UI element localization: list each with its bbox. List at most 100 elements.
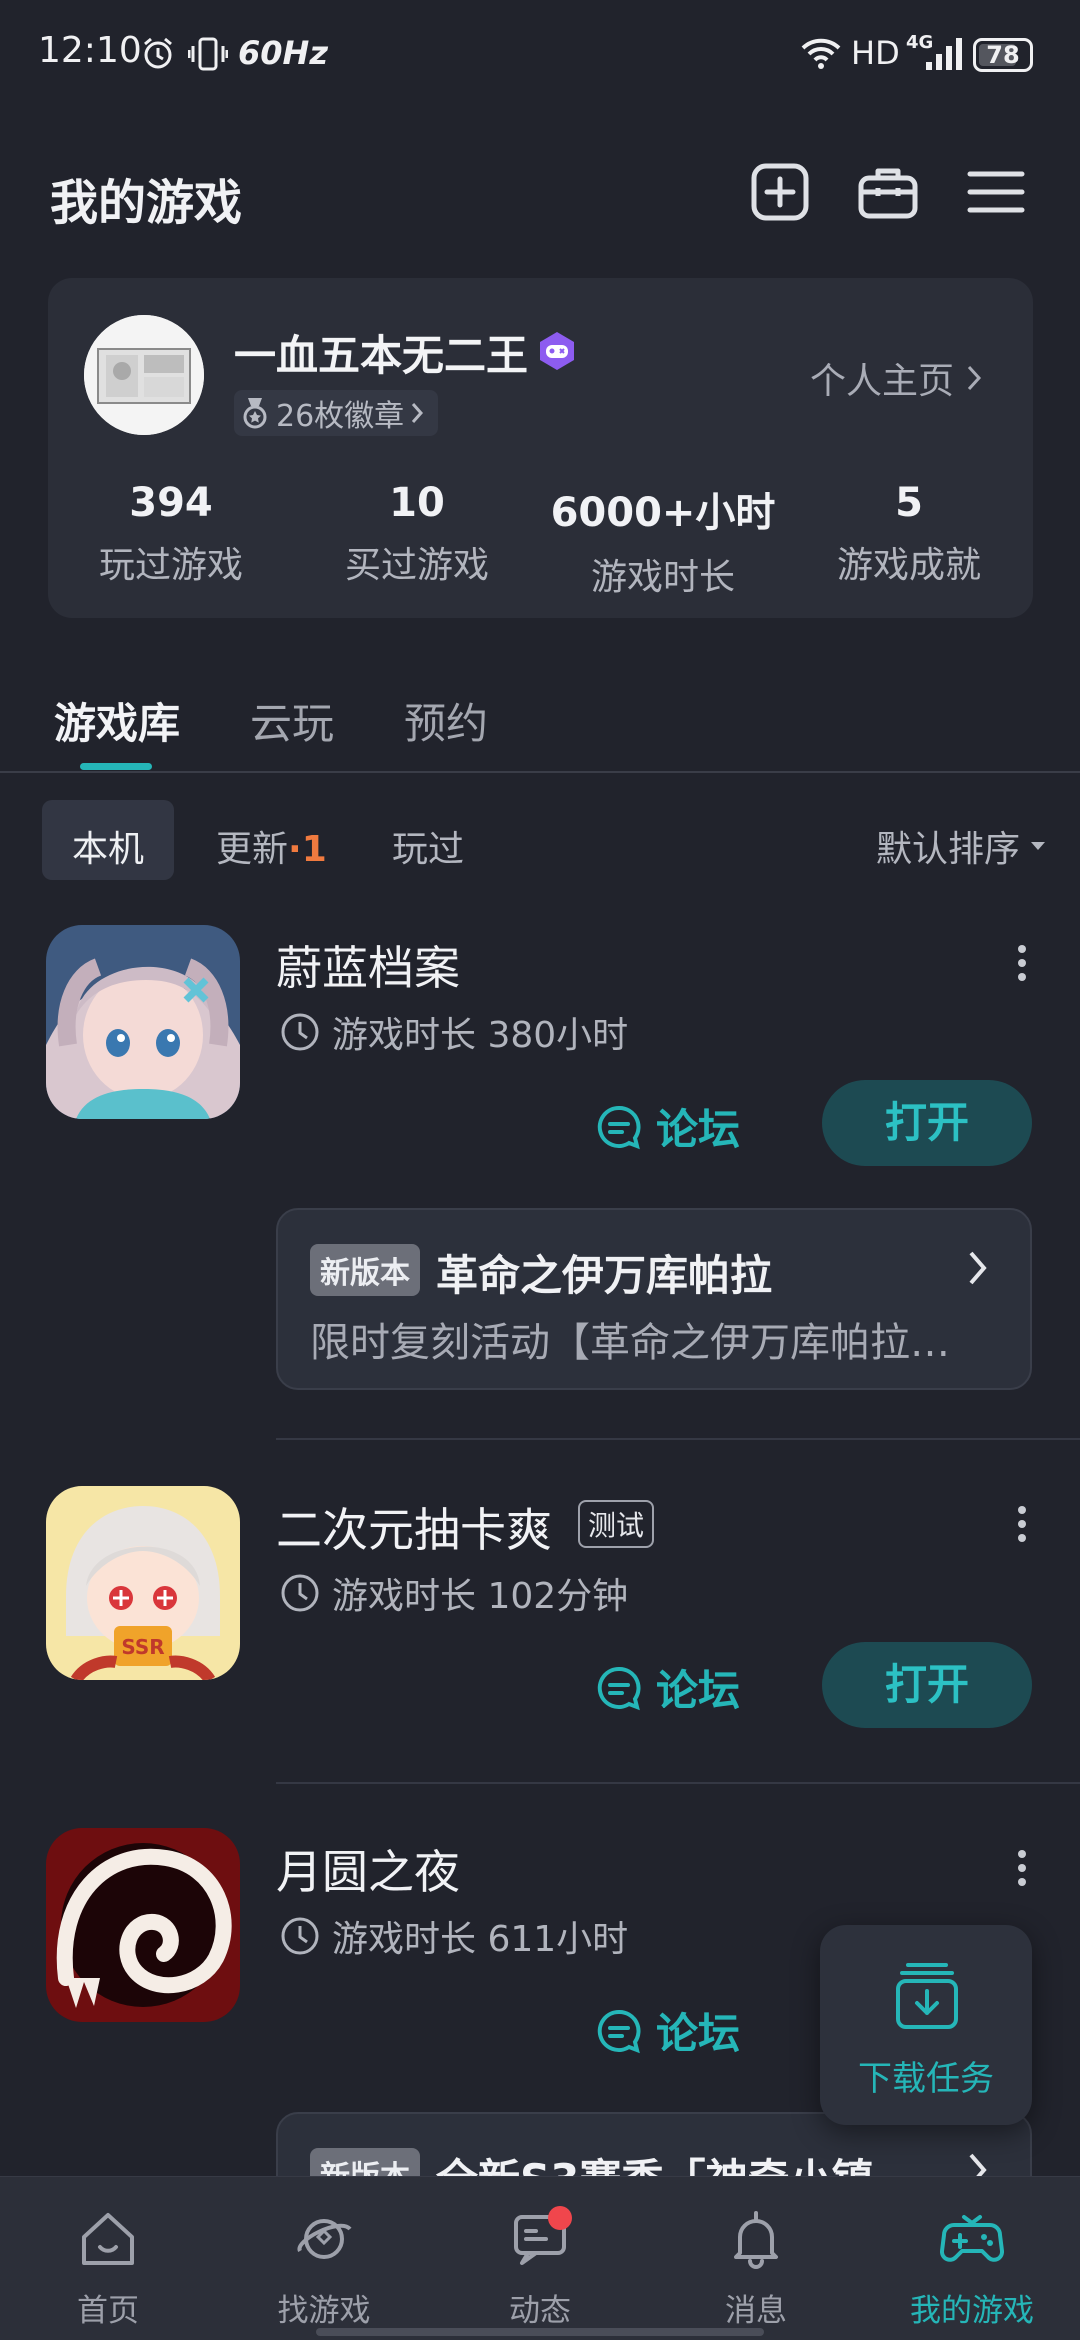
stat-value: 10 — [389, 480, 445, 526]
game-playtime: 游戏时长 102分钟 — [280, 1567, 628, 1619]
more-options-icon[interactable] — [1012, 1504, 1032, 1544]
badges-count: 26枚徽章 — [276, 399, 405, 434]
stat-label: 游戏时长 — [590, 557, 735, 598]
alarm-icon — [140, 36, 176, 72]
game-icon-blue-archive[interactable] — [46, 925, 240, 1119]
stat-bought-games[interactable]: 10 买过游戏 — [294, 480, 540, 588]
game-name[interactable]: 月圆之夜 — [276, 1836, 460, 1902]
nav-my-games[interactable]: 我的游戏 — [864, 2177, 1080, 2340]
tab-active-indicator — [80, 763, 152, 770]
forum-label: 论坛 — [656, 1105, 741, 1154]
menu-icon[interactable] — [964, 160, 1028, 224]
chevron-right-icon — [966, 363, 982, 393]
gesture-home-bar[interactable] — [316, 2328, 764, 2336]
username: 一血五本无二王 — [234, 331, 529, 380]
vip-gamepad-badge-icon — [536, 330, 578, 372]
chevron-right-icon — [968, 1250, 988, 1286]
forum-icon — [596, 1104, 656, 1150]
homepage-link[interactable]: 个人主页 — [810, 352, 982, 404]
vibrate-icon — [188, 36, 228, 72]
stat-played-games[interactable]: 394 玩过游戏 — [48, 480, 294, 588]
update-title: 革命之伊万库帕拉 — [436, 1251, 773, 1300]
tab-cloud-play[interactable]: 云玩 — [250, 690, 334, 751]
add-game-icon[interactable] — [748, 160, 812, 224]
toolbox-icon[interactable] — [856, 160, 920, 224]
playtime-text: 游戏时长 380小时 — [332, 1015, 629, 1056]
forum-icon — [596, 1665, 656, 1711]
nav-label: 找游戏 — [277, 2293, 371, 2329]
open-game-button[interactable]: 打开 — [822, 1080, 1032, 1166]
stat-value: 394 — [129, 480, 213, 526]
game-name[interactable]: 蔚蓝档案 — [276, 932, 460, 998]
download-tasks-button[interactable]: 下载任务 — [820, 1925, 1032, 2125]
game-icon-gacha[interactable]: SSR — [46, 1486, 240, 1680]
download-icon — [894, 1961, 960, 2031]
refresh-rate: 60Hz — [238, 34, 328, 72]
nav-label: 消息 — [725, 2293, 787, 2329]
clock-icon — [280, 1916, 332, 1956]
subtab-update-label: 更新 — [216, 829, 289, 870]
playtime-text: 游戏时长 611小时 — [332, 1919, 629, 1960]
nav-feed[interactable]: 动态 — [432, 2177, 648, 2340]
game-name[interactable]: 二次元抽卡爽 — [276, 1494, 552, 1560]
bottom-navigation: 首页 找游戏 动态 消息 我的游戏 — [0, 2176, 1080, 2340]
nav-discover[interactable]: 找游戏 — [216, 2177, 432, 2340]
subtab-played[interactable]: 玩过 — [392, 820, 464, 872]
game-icon-moon-night[interactable] — [46, 1828, 240, 2022]
playtime-text: 游戏时长 102分钟 — [332, 1576, 629, 1617]
subtab-local[interactable]: 本机 — [72, 820, 144, 872]
signal-4g-label: 4G — [906, 32, 934, 53]
new-version-tag: 新版本 — [310, 1244, 420, 1296]
avatar[interactable] — [84, 315, 204, 435]
forum-button[interactable]: 论坛 — [596, 1657, 740, 1718]
battery-level: 78 — [986, 41, 1020, 69]
stat-achievements[interactable]: 5 游戏成就 — [786, 480, 1032, 588]
test-tag: 测试 — [578, 1500, 655, 1548]
notification-dot — [548, 2206, 572, 2230]
homepage-label: 个人主页 — [810, 361, 955, 402]
download-tasks-label: 下载任务 — [858, 2059, 994, 2099]
clock-icon — [280, 1012, 332, 1052]
nav-messages[interactable]: 消息 — [648, 2177, 864, 2340]
hd-indicator: HD — [851, 34, 900, 72]
battery-indicator: 78 — [973, 38, 1033, 72]
stat-label: 游戏成就 — [836, 545, 981, 586]
forum-label: 论坛 — [656, 1666, 741, 1715]
nav-label: 首页 — [77, 2293, 139, 2329]
stat-play-time[interactable]: 6000+小时 游戏时长 — [540, 480, 786, 600]
more-options-icon[interactable] — [1012, 1848, 1032, 1888]
caret-down-icon — [1030, 840, 1046, 852]
medal-icon — [240, 397, 270, 429]
nav-label: 动态 — [509, 2293, 571, 2329]
stat-value: 5 — [895, 480, 923, 526]
sort-label: 默认排序 — [876, 829, 1021, 870]
clock-icon — [280, 1573, 332, 1613]
forum-label: 论坛 — [656, 2009, 741, 2058]
tab-divider — [0, 771, 1080, 773]
tab-library[interactable]: 游戏库 — [54, 690, 180, 751]
svg-text:SSR: SSR — [121, 1635, 164, 1659]
open-game-button[interactable]: 打开 — [822, 1642, 1032, 1728]
stat-label: 买过游戏 — [344, 545, 489, 586]
forum-icon — [596, 2008, 656, 2054]
game-playtime: 游戏时长 380小时 — [280, 1006, 628, 1058]
row-divider — [276, 1782, 1080, 1784]
subtab-update[interactable]: 更新·1 — [216, 820, 327, 872]
page-title: 我的游戏 — [50, 175, 243, 231]
stat-value: 6000+小时 — [550, 490, 776, 536]
tab-reservation[interactable]: 预约 — [404, 690, 488, 751]
nav-home[interactable]: 首页 — [0, 2177, 216, 2340]
wifi-icon — [800, 36, 842, 70]
forum-button[interactable]: 论坛 — [596, 1096, 740, 1157]
more-options-icon[interactable] — [1012, 943, 1032, 983]
update-description: 限时复刻活动【革命之伊万库帕拉… — [310, 1320, 950, 1366]
sort-dropdown[interactable]: 默认排序 — [876, 820, 1046, 872]
game-playtime: 游戏时长 611小时 — [280, 1910, 628, 1962]
nav-label: 我的游戏 — [910, 2293, 1034, 2329]
badges-chip[interactable]: 26枚徽章 — [234, 390, 439, 436]
stat-label: 玩过游戏 — [98, 545, 243, 586]
forum-button[interactable]: 论坛 — [596, 2000, 740, 2061]
update-count: ·1 — [288, 829, 327, 870]
row-divider — [276, 1438, 1080, 1440]
status-time: 12:10 — [38, 30, 142, 71]
